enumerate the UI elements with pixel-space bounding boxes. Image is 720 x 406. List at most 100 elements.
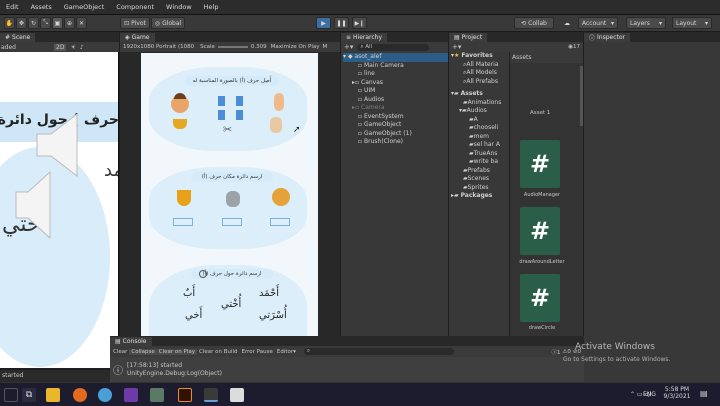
menu-gameobject[interactable]: GameObject (58, 3, 111, 11)
2d-toggle[interactable]: 2D (54, 43, 67, 51)
teapot-image[interactable] (173, 119, 187, 129)
light-icon[interactable]: ☀ (70, 44, 75, 51)
step-button[interactable]: ▶❙ (352, 17, 367, 29)
file-explorer-icon[interactable] (46, 388, 60, 402)
collapse-toggle[interactable]: Collapse (129, 348, 157, 355)
play-button[interactable]: ▶ (316, 17, 331, 29)
hierarchy-item-disabled[interactable]: ▸▫ Camera (343, 104, 448, 113)
account-dropdown[interactable]: Account ▾ (578, 17, 618, 29)
word-ab[interactable]: أَبٌ (183, 288, 195, 299)
folder-item[interactable]: ▰sel har A (451, 141, 509, 150)
hierarchy-item[interactable]: ▫ GameObject (343, 121, 448, 130)
rabbit-image[interactable] (270, 117, 282, 133)
hierarchy-item[interactable]: ▫ UIM (343, 87, 448, 96)
add-icon[interactable]: +▾ (452, 43, 461, 51)
folder-item[interactable]: ▰chooseli (451, 124, 509, 133)
clock[interactable]: 5:58 PM 9/3/2021 (663, 386, 691, 400)
answer-box[interactable] (270, 218, 290, 226)
clear-on-build-toggle[interactable]: Clear on Build (197, 349, 240, 355)
lion-image[interactable] (272, 188, 290, 206)
scrollbar[interactable] (580, 66, 583, 126)
editor-dropdown[interactable]: Editor▾ (275, 349, 298, 355)
global-toggle[interactable]: ◎ Global (151, 17, 185, 29)
notifications-icon[interactable]: ▤ (700, 389, 708, 398)
visual-studio-icon[interactable] (124, 388, 138, 402)
clear-button[interactable]: Clear (111, 349, 129, 355)
custom-tool-icon[interactable]: ✕ (76, 17, 87, 29)
favorite-item[interactable]: ⌕All Models (451, 69, 509, 78)
transform-tool-icon[interactable]: ⊕ (64, 17, 75, 29)
resolution-dropdown[interactable]: 1920x1080 Portrait (1080 (123, 44, 194, 50)
rect-tool-icon[interactable]: ▣ (52, 17, 63, 29)
assets-row[interactable]: ▾▰ Assets (451, 90, 509, 99)
app-icon[interactable] (230, 388, 244, 402)
pivot-toggle[interactable]: ⊡ Pivot (120, 17, 150, 29)
hierarchy-item[interactable]: ▫ line (343, 70, 448, 79)
scale-tool-icon[interactable]: ⤡ (40, 17, 51, 29)
hand-tool-icon[interactable]: ✋ (4, 17, 15, 29)
hierarchy-item[interactable]: ▫ GameObject (1) (343, 130, 448, 139)
unity-icon[interactable] (204, 388, 218, 402)
audio-icon[interactable]: ♪ (80, 44, 84, 51)
scale-slider[interactable] (217, 46, 248, 48)
letter-tile[interactable] (236, 110, 243, 120)
game-view[interactable]: أَصِل حرف (أ) بالصورة المناسبة له ✂ ➚ ار… (141, 53, 318, 368)
hierarchy-search[interactable]: ⌕ All (357, 43, 430, 51)
log-count[interactable]: ⓘ1 (551, 348, 560, 356)
ice-cream-image[interactable] (274, 93, 284, 111)
folder-item[interactable]: ▰Animations (451, 99, 509, 108)
word-ukhti[interactable]: أُخْتي (221, 299, 241, 310)
language-indicator[interactable]: ENG (643, 391, 656, 398)
console-search[interactable]: ⌕ (303, 348, 454, 355)
letter-tile[interactable] (218, 96, 225, 106)
mute-toggle[interactable]: M (323, 44, 328, 50)
word-akhi[interactable]: أَخي (185, 310, 202, 321)
word-usrati[interactable]: أُسْرَتي (259, 310, 287, 321)
packages-row[interactable]: ▸▰ Packages (451, 192, 509, 201)
menu-window[interactable]: Window (160, 3, 198, 11)
tab-inspector[interactable]: ⓘ Inspector (584, 33, 631, 42)
favorite-item[interactable]: ⌕All Materia (451, 61, 509, 70)
tab-game[interactable]: ◈ Game (120, 33, 155, 42)
pause-button[interactable]: ❚❚ (334, 17, 349, 29)
scissors-image[interactable]: ✂ (223, 123, 232, 136)
hierarchy-item[interactable]: ▫ EventSystem (343, 113, 448, 122)
word-ahmad[interactable]: أَحْمَد (259, 288, 279, 299)
paint-icon[interactable] (98, 388, 112, 402)
script-asset[interactable]: # (520, 274, 560, 322)
menu-help[interactable]: Help (198, 3, 225, 11)
script-asset[interactable]: # (520, 140, 560, 188)
folder-item[interactable]: ▰write ba (451, 158, 509, 167)
favorite-item[interactable]: ⌕All Prefabs (451, 78, 509, 87)
script-asset[interactable]: # (520, 207, 560, 255)
hierarchy-item[interactable]: ▸▫ Canvas (343, 79, 448, 88)
collab-button[interactable]: ⟲ Collab (514, 17, 554, 29)
answer-box[interactable] (173, 218, 193, 226)
letter-tile[interactable] (218, 110, 225, 120)
hierarchy-item[interactable]: ▫ Brush(Clone) (343, 138, 448, 147)
cloud-icon[interactable]: ☁ (560, 17, 574, 29)
folder-item[interactable]: ▰mem (451, 133, 509, 142)
layout-dropdown[interactable]: Layout ▾ (672, 17, 712, 29)
rotate-tool-icon[interactable]: ↻ (28, 17, 39, 29)
hierarchy-item[interactable]: ▫ Audios (343, 96, 448, 105)
search-icon[interactable] (4, 388, 18, 402)
layers-dropdown[interactable]: Layers ▾ (626, 17, 666, 29)
menu-component[interactable]: Component (110, 3, 160, 11)
folder-item[interactable]: ▰Prefabs (451, 167, 509, 176)
trophy-image[interactable] (177, 190, 191, 206)
hierarchy-item[interactable]: ▫ Main Camera (343, 62, 448, 71)
elephant-image[interactable] (226, 191, 240, 207)
tab-scene[interactable]: # Scene (0, 33, 36, 42)
tab-console[interactable]: ▤ Console (110, 337, 152, 346)
menu-edit[interactable]: Edit (0, 3, 25, 11)
clear-on-play-toggle[interactable]: Clear on Play (156, 348, 197, 355)
folder-item[interactable]: ▾▰Audios (451, 107, 509, 116)
firefox-icon[interactable] (73, 388, 87, 402)
scene-view[interactable]: حرف ) حول دائرة م أُخْتي مد (0, 52, 119, 368)
maximize-on-play-toggle[interactable]: Maximize On Play (271, 44, 320, 50)
scene-root-row[interactable]: ▾ ◆ asot_alef (343, 53, 448, 62)
menu-assets[interactable]: Assets (25, 3, 58, 11)
answer-box[interactable] (222, 218, 242, 226)
pictures-icon[interactable] (150, 388, 164, 402)
